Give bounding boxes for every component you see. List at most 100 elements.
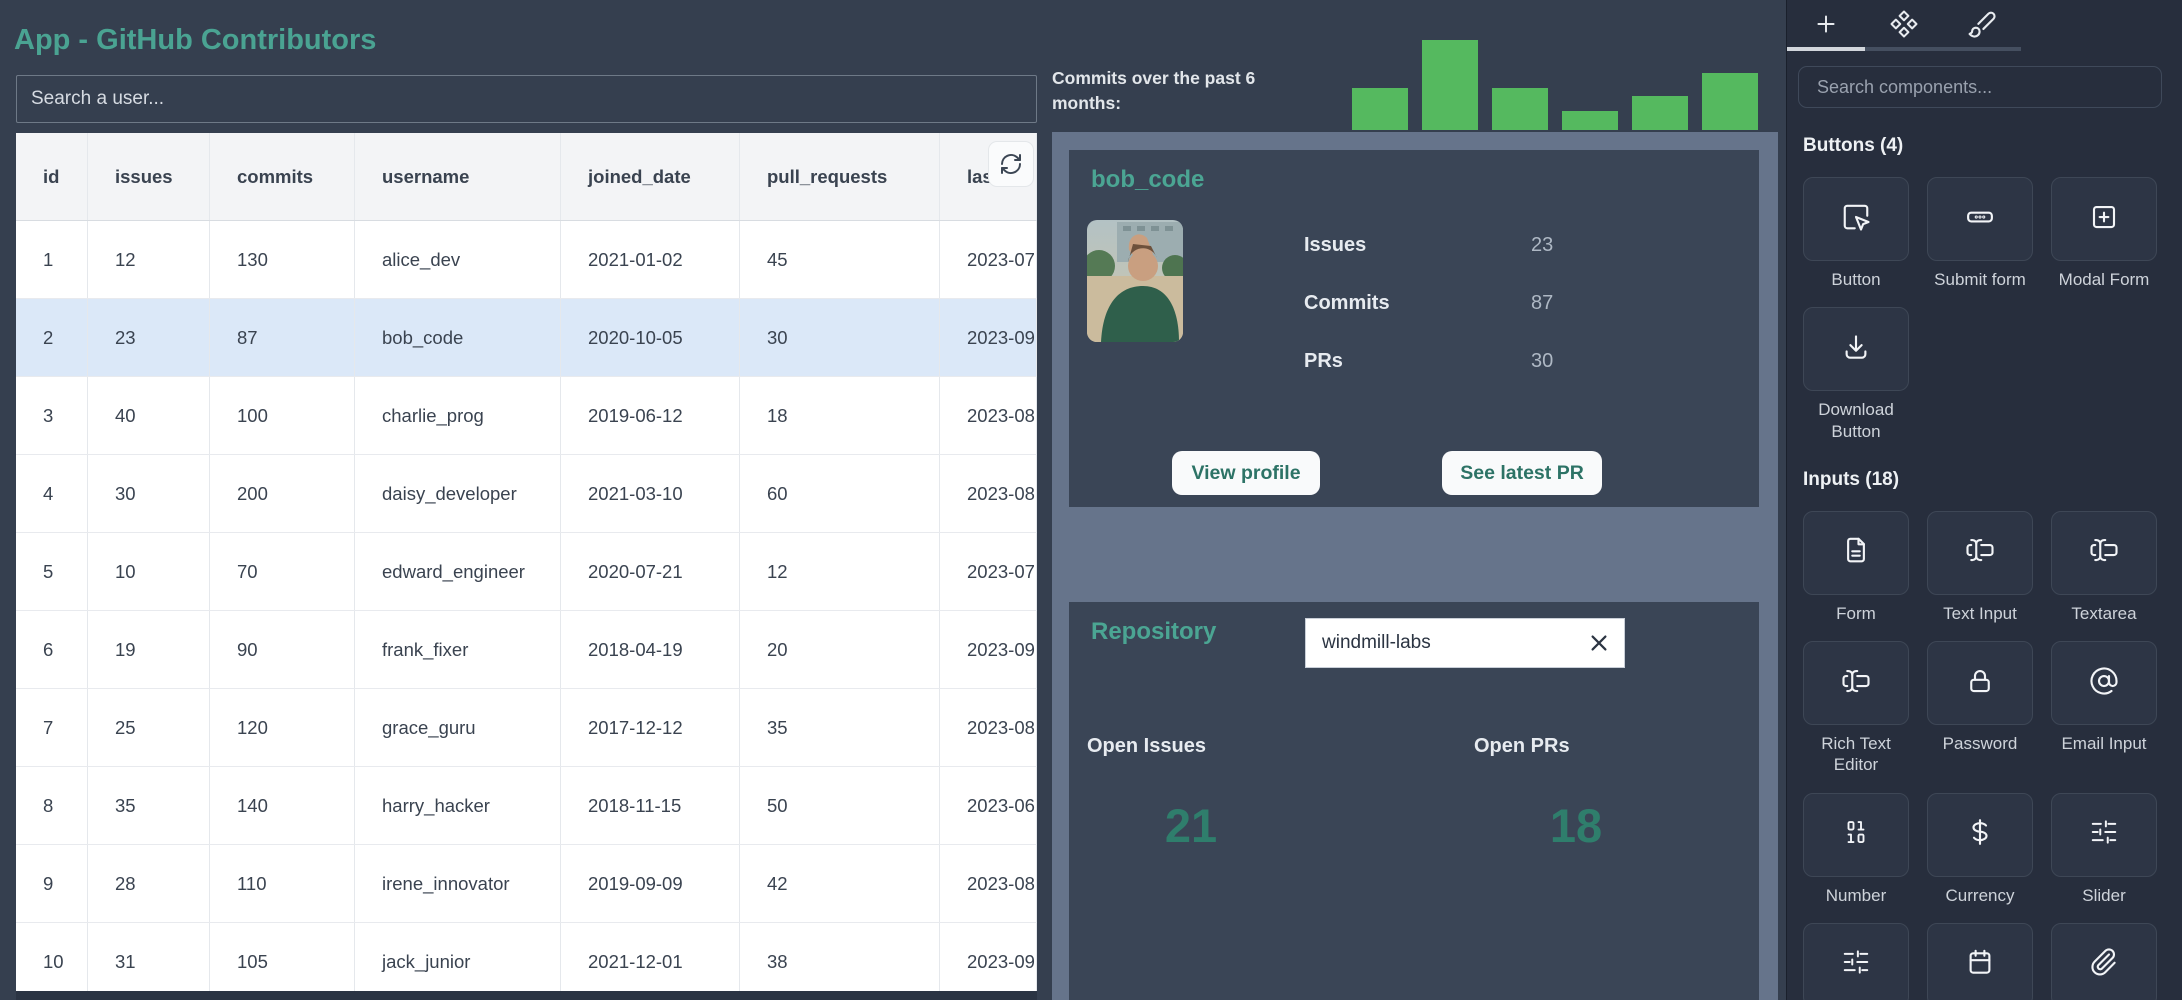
table-row[interactable]: 112130alice_dev2021-01-02452023-07 (16, 221, 1037, 299)
component-search-input[interactable] (1798, 66, 2162, 108)
component-item (2051, 923, 2157, 1000)
column-header: id (16, 133, 88, 220)
table-cell: 30 (88, 455, 210, 532)
component-item: Textarea (2051, 511, 2157, 624)
bar (1632, 96, 1688, 130)
table-cell: 30 (740, 299, 940, 376)
component-tile-rich-text-editor[interactable] (1803, 641, 1909, 725)
table-cell: 2023-08 (940, 689, 1037, 766)
table-cell: 2017-12-12 (561, 689, 740, 766)
clear-repository-button[interactable] (1574, 632, 1624, 654)
component-tile-submit-form[interactable] (1927, 177, 2033, 261)
form-icon (1841, 535, 1871, 570)
table-cell: 50 (740, 767, 940, 844)
sidebar-tab-components[interactable] (1865, 0, 1943, 51)
component-label: Button (1831, 269, 1880, 290)
table-cell: 110 (210, 845, 355, 922)
table-cell: 100 (210, 377, 355, 454)
table-row[interactable]: 430200daisy_developer2021-03-10602023-08 (16, 455, 1037, 533)
open-prs-value: 18 (1511, 798, 1641, 853)
table-cell: edward_engineer (355, 533, 561, 610)
table-cell: 105 (210, 923, 355, 1000)
user-search-input[interactable] (16, 75, 1037, 123)
component-label: Submit form (1934, 269, 2026, 290)
table-row[interactable]: 928110irene_innovator2019-09-09422023-08 (16, 845, 1037, 923)
refresh-button[interactable] (988, 141, 1034, 187)
column-header: pull_requests (740, 133, 940, 220)
component-tile-textarea[interactable] (2051, 511, 2157, 595)
submit-form-icon (1965, 202, 1995, 237)
table-cell: 35 (740, 689, 940, 766)
table-row[interactable]: 340100charlie_prog2019-06-12182023-08 (16, 377, 1037, 455)
table-cell: bob_code (355, 299, 561, 376)
column-header: username (355, 133, 561, 220)
table-footer-bar (16, 991, 1037, 1000)
page-title: App - GitHub Contributors (14, 24, 376, 57)
lock-icon (1965, 666, 1995, 701)
text-cursor-icon (1965, 535, 1995, 570)
sliders-icon (2089, 817, 2119, 852)
component-tile-sliders-icon[interactable] (1803, 923, 1909, 1000)
at-icon (2089, 666, 2119, 701)
close-icon (1588, 632, 1610, 654)
table-cell: 4 (16, 455, 88, 532)
table-row[interactable]: 61990frank_fixer2018-04-19202023-09 (16, 611, 1037, 689)
component-tile-modal-form[interactable] (2051, 177, 2157, 261)
modal-form-icon (2089, 202, 2119, 237)
table-cell: 25 (88, 689, 210, 766)
component-tile-form[interactable] (1803, 511, 1909, 595)
table-row[interactable]: 22387bob_code2020-10-05302023-09 (16, 299, 1037, 377)
section-title: Buttons (4) (1803, 135, 2182, 157)
component-item (1803, 923, 1909, 1000)
table-cell: 19 (88, 611, 210, 688)
component-item (1927, 923, 2033, 1000)
table-cell: 35 (88, 767, 210, 844)
table-row[interactable]: 51070edward_engineer2020-07-21122023-07 (16, 533, 1037, 611)
component-label: Text Input (1943, 603, 2017, 624)
components-icon (1889, 9, 1919, 42)
component-tile-text-input[interactable] (1927, 511, 2033, 595)
stat-value: 87 (1531, 292, 1553, 315)
table-cell: 23 (88, 299, 210, 376)
component-label: Number (1826, 885, 1886, 906)
table-row[interactable]: 725120grace_guru2017-12-12352023-08 (16, 689, 1037, 767)
active-tab-underline (1787, 47, 1865, 51)
component-tile-paperclip-icon[interactable] (2051, 923, 2157, 1000)
table-cell: 12 (88, 221, 210, 298)
component-tile-calendar-icon[interactable] (1927, 923, 2033, 1000)
stat-value: 30 (1531, 350, 1553, 373)
component-tile-currency[interactable] (1927, 793, 2033, 877)
section-title: Inputs (18) (1803, 469, 2182, 491)
see-latest-pr-button[interactable]: See latest PR (1442, 451, 1602, 495)
component-tile-download-button[interactable] (1803, 307, 1909, 391)
user-card-title: bob_code (1091, 166, 1204, 194)
component-tile-email-input[interactable] (2051, 641, 2157, 725)
table-cell: 2021-12-01 (561, 923, 740, 1000)
stat-label: PRs (1304, 350, 1531, 373)
table-cell: 8 (16, 767, 88, 844)
table-row[interactable]: 1031105jack_junior2021-12-01382023-09 (16, 923, 1037, 1000)
table-row[interactable]: 835140harry_hacker2018-11-15502023-06 (16, 767, 1037, 845)
table-cell: charlie_prog (355, 377, 561, 454)
sidebar-tab-plus[interactable] (1787, 0, 1865, 51)
sidebar-tab-brush[interactable] (1943, 0, 2021, 51)
table-cell: 45 (740, 221, 940, 298)
repository-input[interactable] (1306, 631, 1574, 655)
table-cell: 38 (740, 923, 940, 1000)
table-cell: 2023-08 (940, 377, 1037, 454)
open-prs-label: Open PRs (1474, 735, 1570, 758)
component-item: Currency (1927, 793, 2033, 906)
component-tile-number[interactable] (1803, 793, 1909, 877)
view-profile-button[interactable]: View profile (1172, 451, 1320, 495)
table-cell: 18 (740, 377, 940, 454)
component-item: Email Input (2051, 641, 2157, 776)
component-item: Button (1803, 177, 1909, 290)
table-cell: 2023-09 (940, 611, 1037, 688)
table-cell: 12 (740, 533, 940, 610)
stat-row: Issues23 (1304, 216, 1644, 274)
component-tile-password[interactable] (1927, 641, 2033, 725)
commits-bar-chart (1352, 40, 1764, 130)
component-tile-slider[interactable] (2051, 793, 2157, 877)
component-tile-button[interactable] (1803, 177, 1909, 261)
table-cell: 140 (210, 767, 355, 844)
